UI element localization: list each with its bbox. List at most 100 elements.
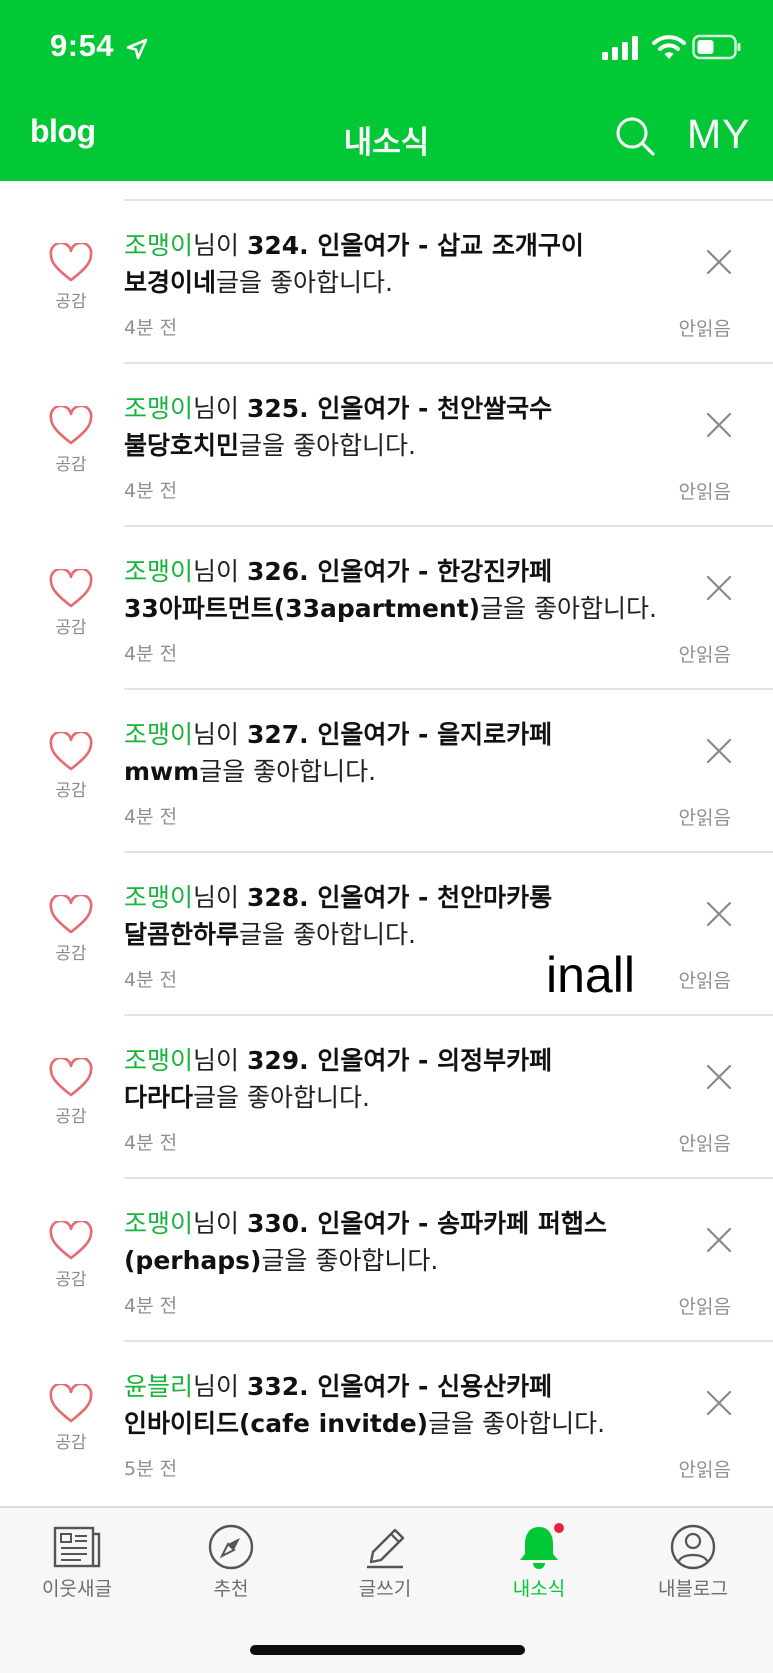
row-divider — [124, 1014, 773, 1016]
unread-status: 안읽음 — [678, 1296, 731, 1318]
status-time: 9:54 — [50, 28, 115, 63]
like-button[interactable]: 공감 — [46, 1221, 96, 1290]
message-suffix: 글을 좋아합니다. — [216, 268, 393, 297]
tab-label: 이웃새글 — [42, 1578, 112, 1600]
tab-label: 추천 — [213, 1578, 249, 1600]
timestamp: 4분 전 — [124, 317, 178, 339]
timestamp: 4분 전 — [124, 1132, 178, 1154]
message-connector: 님이 — [193, 720, 247, 749]
wifi-icon — [652, 35, 686, 59]
close-icon[interactable] — [706, 575, 732, 601]
timestamp: 4분 전 — [124, 643, 178, 665]
user-name[interactable]: 윤블리 — [124, 1372, 193, 1401]
user-name[interactable]: 조맹이 — [124, 1046, 193, 1075]
notification-item[interactable]: 공감 조맹이님이 325. 인올여가 - 천안쌀국수 불당호치민글을 좋아합니다… — [0, 362, 773, 525]
heart-icon — [49, 1221, 93, 1260]
notification-text: 조맹이님이 330. 인올여가 - 송파카페 퍼햅스(perhaps)글을 좋아… — [124, 1205, 664, 1279]
close-icon[interactable] — [706, 901, 732, 927]
notification-item[interactable]: 공감 조맹이님이 329. 인올여가 - 의정부카페 다라다글을 좋아합니다. … — [0, 1014, 773, 1177]
tab-my-blog[interactable]: 내블로그 — [616, 1508, 770, 1618]
like-label: 공감 — [55, 618, 87, 638]
unread-status: 안읽음 — [678, 1133, 731, 1155]
notification-text: 조맹이님이 329. 인올여가 - 의정부카페 다라다글을 좋아합니다. — [124, 1042, 664, 1116]
heart-icon — [49, 406, 93, 445]
like-button[interactable]: 공감 — [46, 243, 96, 312]
unread-status: 안읽음 — [678, 970, 731, 992]
notification-item[interactable]: 공감 조맹이님이 330. 인올여가 - 송파카페 퍼햅스(perhaps)글을… — [0, 1177, 773, 1340]
message-connector: 님이 — [193, 231, 247, 260]
notification-text: 조맹이님이 324. 인올여가 - 삽교 조개구이 보경이네글을 좋아합니다. — [124, 227, 664, 301]
watermark-text: inall — [546, 947, 635, 1003]
message-suffix: 글을 좋아합니다. — [428, 1409, 606, 1438]
location-arrow-icon — [126, 38, 148, 60]
my-button[interactable]: MY — [687, 111, 751, 158]
close-icon[interactable] — [706, 1390, 732, 1416]
tab-neighbor-posts[interactable]: 이웃새글 — [0, 1508, 154, 1618]
close-icon[interactable] — [706, 738, 732, 764]
like-label: 공감 — [55, 1270, 87, 1290]
row-divider — [124, 199, 773, 201]
row-divider — [124, 851, 773, 853]
like-button[interactable]: 공감 — [46, 569, 96, 638]
tab-my-news[interactable]: 내소식 — [462, 1508, 616, 1618]
like-label: 공감 — [55, 1107, 87, 1127]
notification-text: 조맹이님이 327. 인올여가 - 을지로카페 mwm글을 좋아합니다. — [124, 716, 664, 790]
pencil-icon — [367, 1528, 405, 1569]
row-divider — [124, 1177, 773, 1179]
message-connector: 님이 — [193, 1046, 247, 1075]
unread-status: 안읽음 — [678, 1459, 731, 1481]
close-icon[interactable] — [706, 1064, 732, 1090]
like-button[interactable]: 공감 — [46, 732, 96, 801]
nav-bar: blog 내소식 MY — [0, 95, 773, 181]
user-name[interactable]: 조맹이 — [124, 394, 193, 423]
timestamp: 5분 전 — [124, 1458, 178, 1480]
notification-item[interactable]: 공감 조맹이님이 328. 인올여가 - 천안마카롱 달콤한하루글을 좋아합니다… — [0, 851, 773, 1014]
heart-icon — [49, 1384, 93, 1423]
message-suffix: 글을 좋아합니다. — [261, 1246, 439, 1275]
heart-icon — [49, 243, 93, 282]
close-icon[interactable] — [706, 1227, 732, 1253]
user-name[interactable]: 조맹이 — [124, 720, 193, 749]
notification-text: 조맹이님이 326. 인올여가 - 한강진카페 33아파트먼트(33apartm… — [124, 553, 664, 627]
tab-label: 글쓰기 — [358, 1578, 412, 1600]
tab-recommend[interactable]: 추천 — [154, 1508, 308, 1618]
user-name[interactable]: 조맹이 — [124, 883, 193, 912]
notification-item[interactable]: 공감 윤블리님이 332. 인올여가 - 신용산카페 인바이티드(cafe in… — [0, 1340, 773, 1503]
app-header: 9:54 blog 내소식 MY — [0, 0, 773, 181]
cellular-signal-icon — [602, 36, 638, 60]
like-button[interactable]: 공감 — [46, 406, 96, 475]
user-name[interactable]: 조맹이 — [124, 231, 193, 260]
notification-item[interactable]: 공감 조맹이님이 324. 인올여가 - 삽교 조개구이 보경이네글을 좋아합니… — [0, 199, 773, 362]
page-title: 내소식 — [343, 125, 430, 161]
user-name[interactable]: 조맹이 — [124, 557, 193, 586]
notification-text: 조맹이님이 328. 인올여가 - 천안마카롱 달콤한하루글을 좋아합니다. — [124, 879, 664, 953]
compass-icon — [208, 1524, 254, 1570]
user-name[interactable]: 조맹이 — [124, 1209, 193, 1238]
row-divider — [124, 525, 773, 527]
notification-item[interactable]: 공감 조맹이님이 326. 인올여가 - 한강진카페 33아파트먼트(33apa… — [0, 525, 773, 688]
like-button[interactable]: 공감 — [46, 1058, 96, 1127]
bottom-tab-bar: 이웃새글 추천 글쓰기 내소식 내블로그 — [0, 1506, 773, 1673]
message-connector: 님이 — [193, 1209, 247, 1238]
like-label: 공감 — [55, 1433, 87, 1453]
row-divider — [124, 1340, 773, 1342]
heart-icon — [49, 895, 93, 934]
tab-write[interactable]: 글쓰기 — [308, 1508, 462, 1618]
message-connector: 님이 — [193, 557, 247, 586]
timestamp: 4분 전 — [124, 1295, 178, 1317]
tab-label: 내블로그 — [658, 1578, 728, 1600]
timestamp: 4분 전 — [124, 969, 178, 991]
close-icon[interactable] — [706, 412, 732, 438]
search-icon[interactable] — [614, 115, 656, 157]
heart-icon — [49, 732, 93, 771]
tab-label: 내소식 — [512, 1578, 566, 1600]
like-button[interactable]: 공감 — [46, 895, 96, 964]
like-button[interactable]: 공감 — [46, 1384, 96, 1453]
profile-icon — [670, 1524, 716, 1570]
row-divider — [124, 362, 773, 364]
notification-item[interactable]: 공감 조맹이님이 327. 인올여가 - 을지로카페 mwm글을 좋아합니다. … — [0, 688, 773, 851]
bell-icon — [520, 1523, 564, 1569]
close-icon[interactable] — [706, 249, 732, 275]
timestamp: 4분 전 — [124, 806, 178, 828]
message-suffix: 글을 좋아합니다. — [239, 431, 416, 460]
